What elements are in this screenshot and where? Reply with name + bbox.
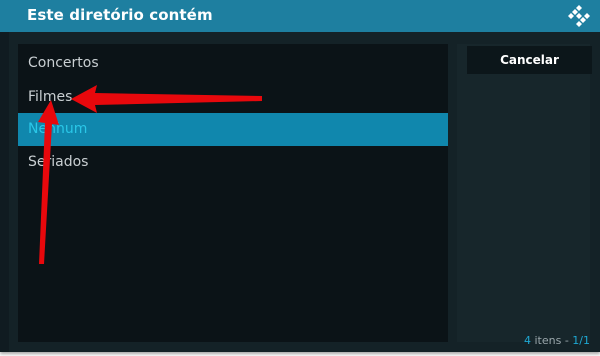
list-item-label: Concertos bbox=[28, 55, 99, 71]
footer-separator: - bbox=[564, 334, 569, 347]
list-item-concertos[interactable]: Concertos bbox=[18, 47, 448, 80]
item-count: 4 bbox=[523, 334, 531, 347]
list-item-label: Filmes bbox=[28, 89, 73, 105]
dialog-header: Este diretório contém bbox=[0, 0, 600, 32]
dialog-title: Este diretório contém bbox=[27, 6, 213, 24]
list-item-nenhum[interactable]: Nenhum bbox=[18, 113, 448, 146]
actions-panel bbox=[457, 44, 590, 342]
kodi-logo-icon bbox=[568, 5, 590, 27]
select-dialog: Este diretório contém Concertos Filmes N… bbox=[0, 0, 600, 352]
list-item-label: Nenhum bbox=[28, 121, 88, 137]
list-item-filmes[interactable]: Filmes bbox=[18, 81, 448, 114]
list-item-label: Seriados bbox=[28, 154, 89, 170]
items-word: itens bbox=[534, 334, 562, 347]
cancel-button[interactable]: Cancelar bbox=[467, 46, 592, 74]
page-indicator: 1/1 bbox=[572, 334, 590, 347]
item-count-footer: 4 itens - 1/1 bbox=[524, 334, 590, 347]
list-item-seriados[interactable]: Seriados bbox=[18, 146, 448, 179]
